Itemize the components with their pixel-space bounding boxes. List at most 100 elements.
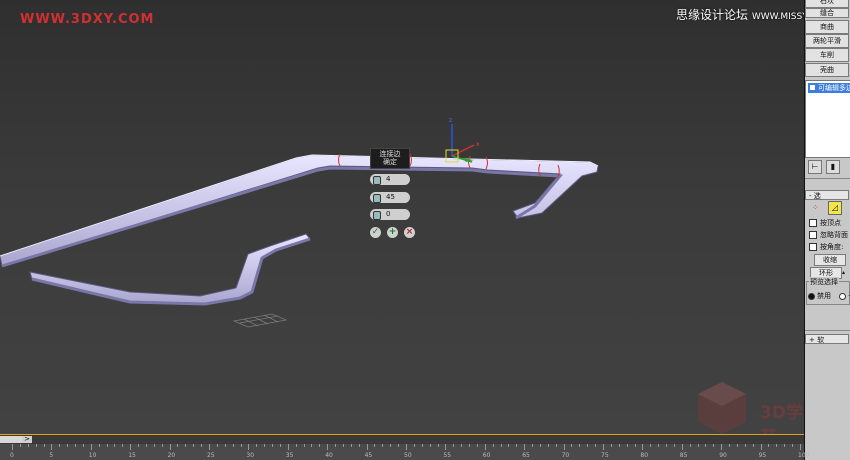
soft-selection-rollout[interactable]: + 软	[805, 334, 849, 344]
tick-mark	[295, 444, 297, 447]
tick-mark	[82, 444, 84, 447]
time-slider[interactable]	[0, 434, 804, 444]
tick-label: 85	[679, 452, 688, 459]
panel-button-lathe[interactable]: 车削	[805, 48, 849, 62]
panel-button-smooth[interactable]: 两轮平滑	[805, 34, 849, 48]
tick-label: 100	[798, 452, 810, 459]
modifier-stack[interactable]: 可编辑多边形	[805, 80, 850, 158]
tick-mark	[603, 444, 604, 450]
max-screen: x z WWW.3DXY.COM 思缘设计论坛 WWW.MISSYUAN.COM	[0, 0, 850, 460]
tick-mark	[721, 444, 723, 450]
tick-mark	[800, 444, 801, 450]
caddy-subtitle: 确定	[383, 158, 397, 166]
tick-label: 70	[561, 452, 570, 459]
tick-mark	[90, 444, 92, 450]
by-angle-label: 按角度:	[820, 243, 844, 251]
panel-button-top[interactable]: 石坎	[805, 0, 849, 8]
tick-mark	[130, 444, 132, 450]
perspective-viewport[interactable]: x z WWW.3DXY.COM 思缘设计论坛 WWW.MISSYUAN.COM	[0, 0, 850, 448]
selection-rollout-header[interactable]: - 选	[805, 190, 849, 200]
tick-mark	[626, 444, 628, 447]
ignore-backfacing-label: 忽略背面	[820, 231, 848, 239]
tick-mark	[224, 444, 226, 447]
tick-mark	[658, 444, 660, 447]
tick-mark	[508, 444, 510, 447]
segments-value: 4	[386, 175, 391, 183]
tick-mark	[216, 444, 218, 447]
tick-mark	[784, 444, 786, 447]
tick-mark	[469, 444, 471, 447]
shrink-button[interactable]: 收缩	[814, 254, 846, 266]
panel-button-shell[interactable]: 壳曲	[805, 63, 849, 77]
site-watermark: WWW.3DXY.COM	[20, 12, 155, 27]
by-angle-checkbox[interactable]: 按角度:	[809, 242, 850, 252]
apply-button[interactable]: +	[387, 227, 398, 238]
ok-button[interactable]: ✓	[370, 227, 381, 238]
tick-mark	[35, 444, 37, 447]
transform-gizmo[interactable]: x z	[445, 117, 480, 163]
stack-item-editable-poly[interactable]: 可编辑多边形	[808, 83, 850, 93]
tick-label: 15	[128, 452, 136, 459]
tick-label: 50	[404, 452, 412, 459]
tick-label: 35	[285, 452, 294, 459]
pinch-spinner[interactable]: 45	[370, 192, 410, 203]
by-vertex-label: 按顶点	[820, 219, 841, 227]
tick-mark	[634, 444, 636, 447]
disable-radio[interactable]	[808, 292, 815, 300]
tick-mark	[209, 444, 210, 450]
tick-mark	[666, 444, 668, 447]
tick-mark	[610, 444, 612, 447]
tick-mark	[500, 444, 502, 447]
ignore-backfacing-box	[809, 231, 817, 239]
ignore-backfacing-checkbox[interactable]: 忽略背面	[809, 230, 850, 240]
tick-label: 25	[207, 452, 215, 459]
close-icon: ×	[405, 227, 414, 237]
tick-mark	[555, 444, 557, 447]
tick-mark	[193, 444, 195, 447]
plus-icon: +	[388, 227, 397, 237]
frame-object[interactable]	[0, 154, 599, 268]
preview-selection-label: 预览选择	[809, 277, 839, 287]
edge-mode-icon[interactable]: ◿	[828, 201, 842, 215]
tick-mark	[161, 444, 163, 447]
panel-divider	[805, 178, 850, 179]
tick-mark	[516, 444, 518, 447]
tick-mark	[272, 444, 274, 447]
soft-selection-title: 软	[817, 336, 825, 344]
tick-mark	[453, 444, 455, 447]
tick-mark	[51, 444, 53, 450]
time-slider-thumb[interactable]	[0, 436, 22, 443]
ring-spinner-icon[interactable]: ▴	[842, 268, 848, 277]
tick-mark	[752, 444, 754, 447]
next-frame-button[interactable]: >	[22, 436, 32, 443]
tick-mark	[398, 444, 400, 447]
tick-mark	[595, 444, 597, 447]
slide-spinner[interactable]: 0	[370, 209, 410, 220]
caddy-title-text: 连接边	[379, 150, 401, 158]
tick-mark	[98, 444, 100, 447]
tick-mark	[413, 444, 415, 447]
tick-mark	[587, 444, 589, 447]
tick-mark	[650, 444, 652, 447]
vertex-mode-icon[interactable]: ⁘	[812, 203, 822, 213]
tick-mark	[303, 444, 305, 447]
show-end-result-icon[interactable]: ▮	[826, 160, 840, 174]
tick-mark	[445, 444, 447, 450]
tick-mark	[287, 444, 289, 450]
preview-options[interactable]: 禁用 子	[808, 291, 850, 301]
by-vertex-checkbox[interactable]: 按顶点	[809, 218, 850, 228]
pin-stack-icon[interactable]: ⊢	[808, 160, 822, 174]
panel-button-stitch[interactable]: 缝合	[805, 8, 849, 18]
tick-mark	[673, 444, 675, 447]
cancel-button[interactable]: ×	[404, 227, 415, 238]
tick-mark	[240, 444, 242, 447]
by-vertex-box	[809, 219, 817, 227]
segments-spinner[interactable]: 4	[370, 174, 410, 185]
subobject-radio[interactable]	[839, 292, 847, 300]
tick-mark	[19, 444, 21, 447]
caddy-title: 连接边 确定	[370, 148, 410, 169]
tick-mark	[484, 444, 486, 450]
svg-text:x: x	[476, 141, 480, 148]
tick-mark	[406, 444, 407, 450]
panel-button-curve[interactable]: 商曲	[805, 20, 849, 34]
